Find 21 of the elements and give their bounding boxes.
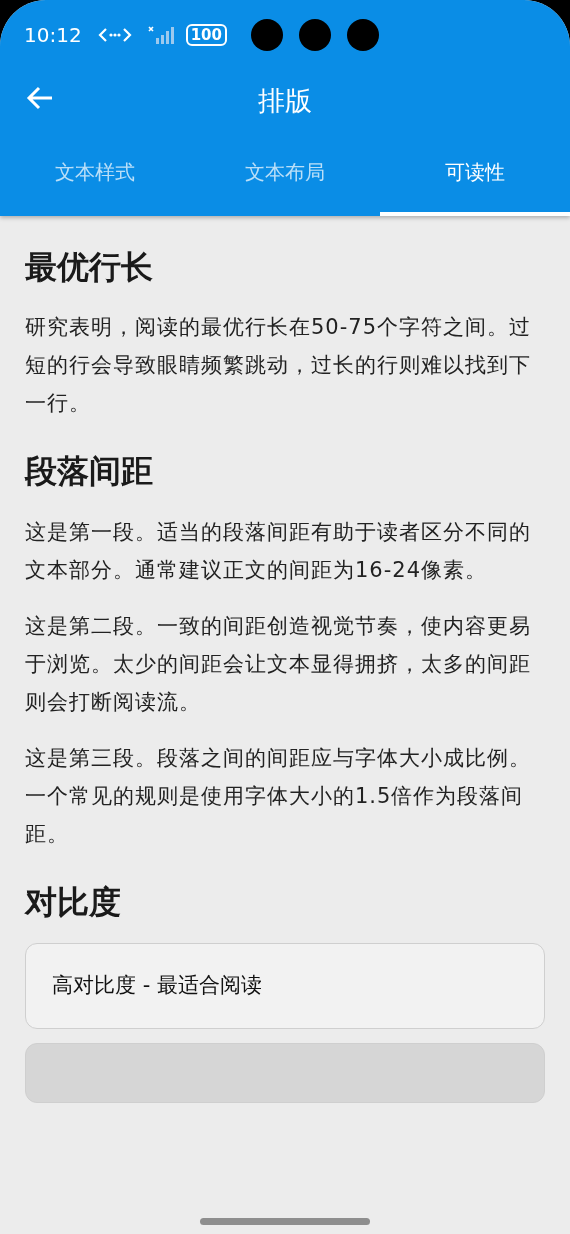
signal-icon (147, 25, 176, 45)
section-heading: 段落间距 (25, 452, 154, 491)
section-heading: 对比度 (25, 882, 122, 922)
paragraph: 研究表明，阅读的最优行长在50-75个字符之间。过短的行会导致眼睛频繁跳动，过长的行则难以找到下一行。 (25, 314, 533, 418)
tab[interactable]: 可读性 (380, 132, 570, 216)
tab[interactable]: 文本样式 (0, 132, 190, 216)
camera-cutout (298, 19, 331, 51)
hotspot-icon (97, 26, 132, 44)
contrast-card: 高对比度 - 最适合阅读 (25, 943, 545, 1029)
back-icon (26, 84, 54, 112)
paragraph: 这是第三段。段落之间的间距应与字体大小成比例。一个常见的规则是使用字体大小的1.5倍作为段落间距。 (25, 744, 532, 848)
status-time: 10:12 (24, 22, 82, 49)
back-button[interactable] (26, 84, 54, 112)
battery-level: 100 (185, 24, 227, 46)
camera-cutout (250, 19, 283, 51)
section-heading: 最优行长 (25, 248, 154, 287)
camera-cutout (346, 19, 379, 51)
tab[interactable]: 文本布局 (190, 132, 380, 216)
paragraph: 这是第一段。适当的段落间距有助于读者区分不同的文本部分。通常建议正文的间距为16-24像素。 (25, 518, 532, 584)
page-title: 排版 (258, 83, 312, 118)
paragraph: 这是第二段。一致的间距创造视觉节奏，使内容更易于浏览。太少的间距会让文本显得拥挤，太多的间距则会打断阅读流。 (25, 612, 532, 716)
